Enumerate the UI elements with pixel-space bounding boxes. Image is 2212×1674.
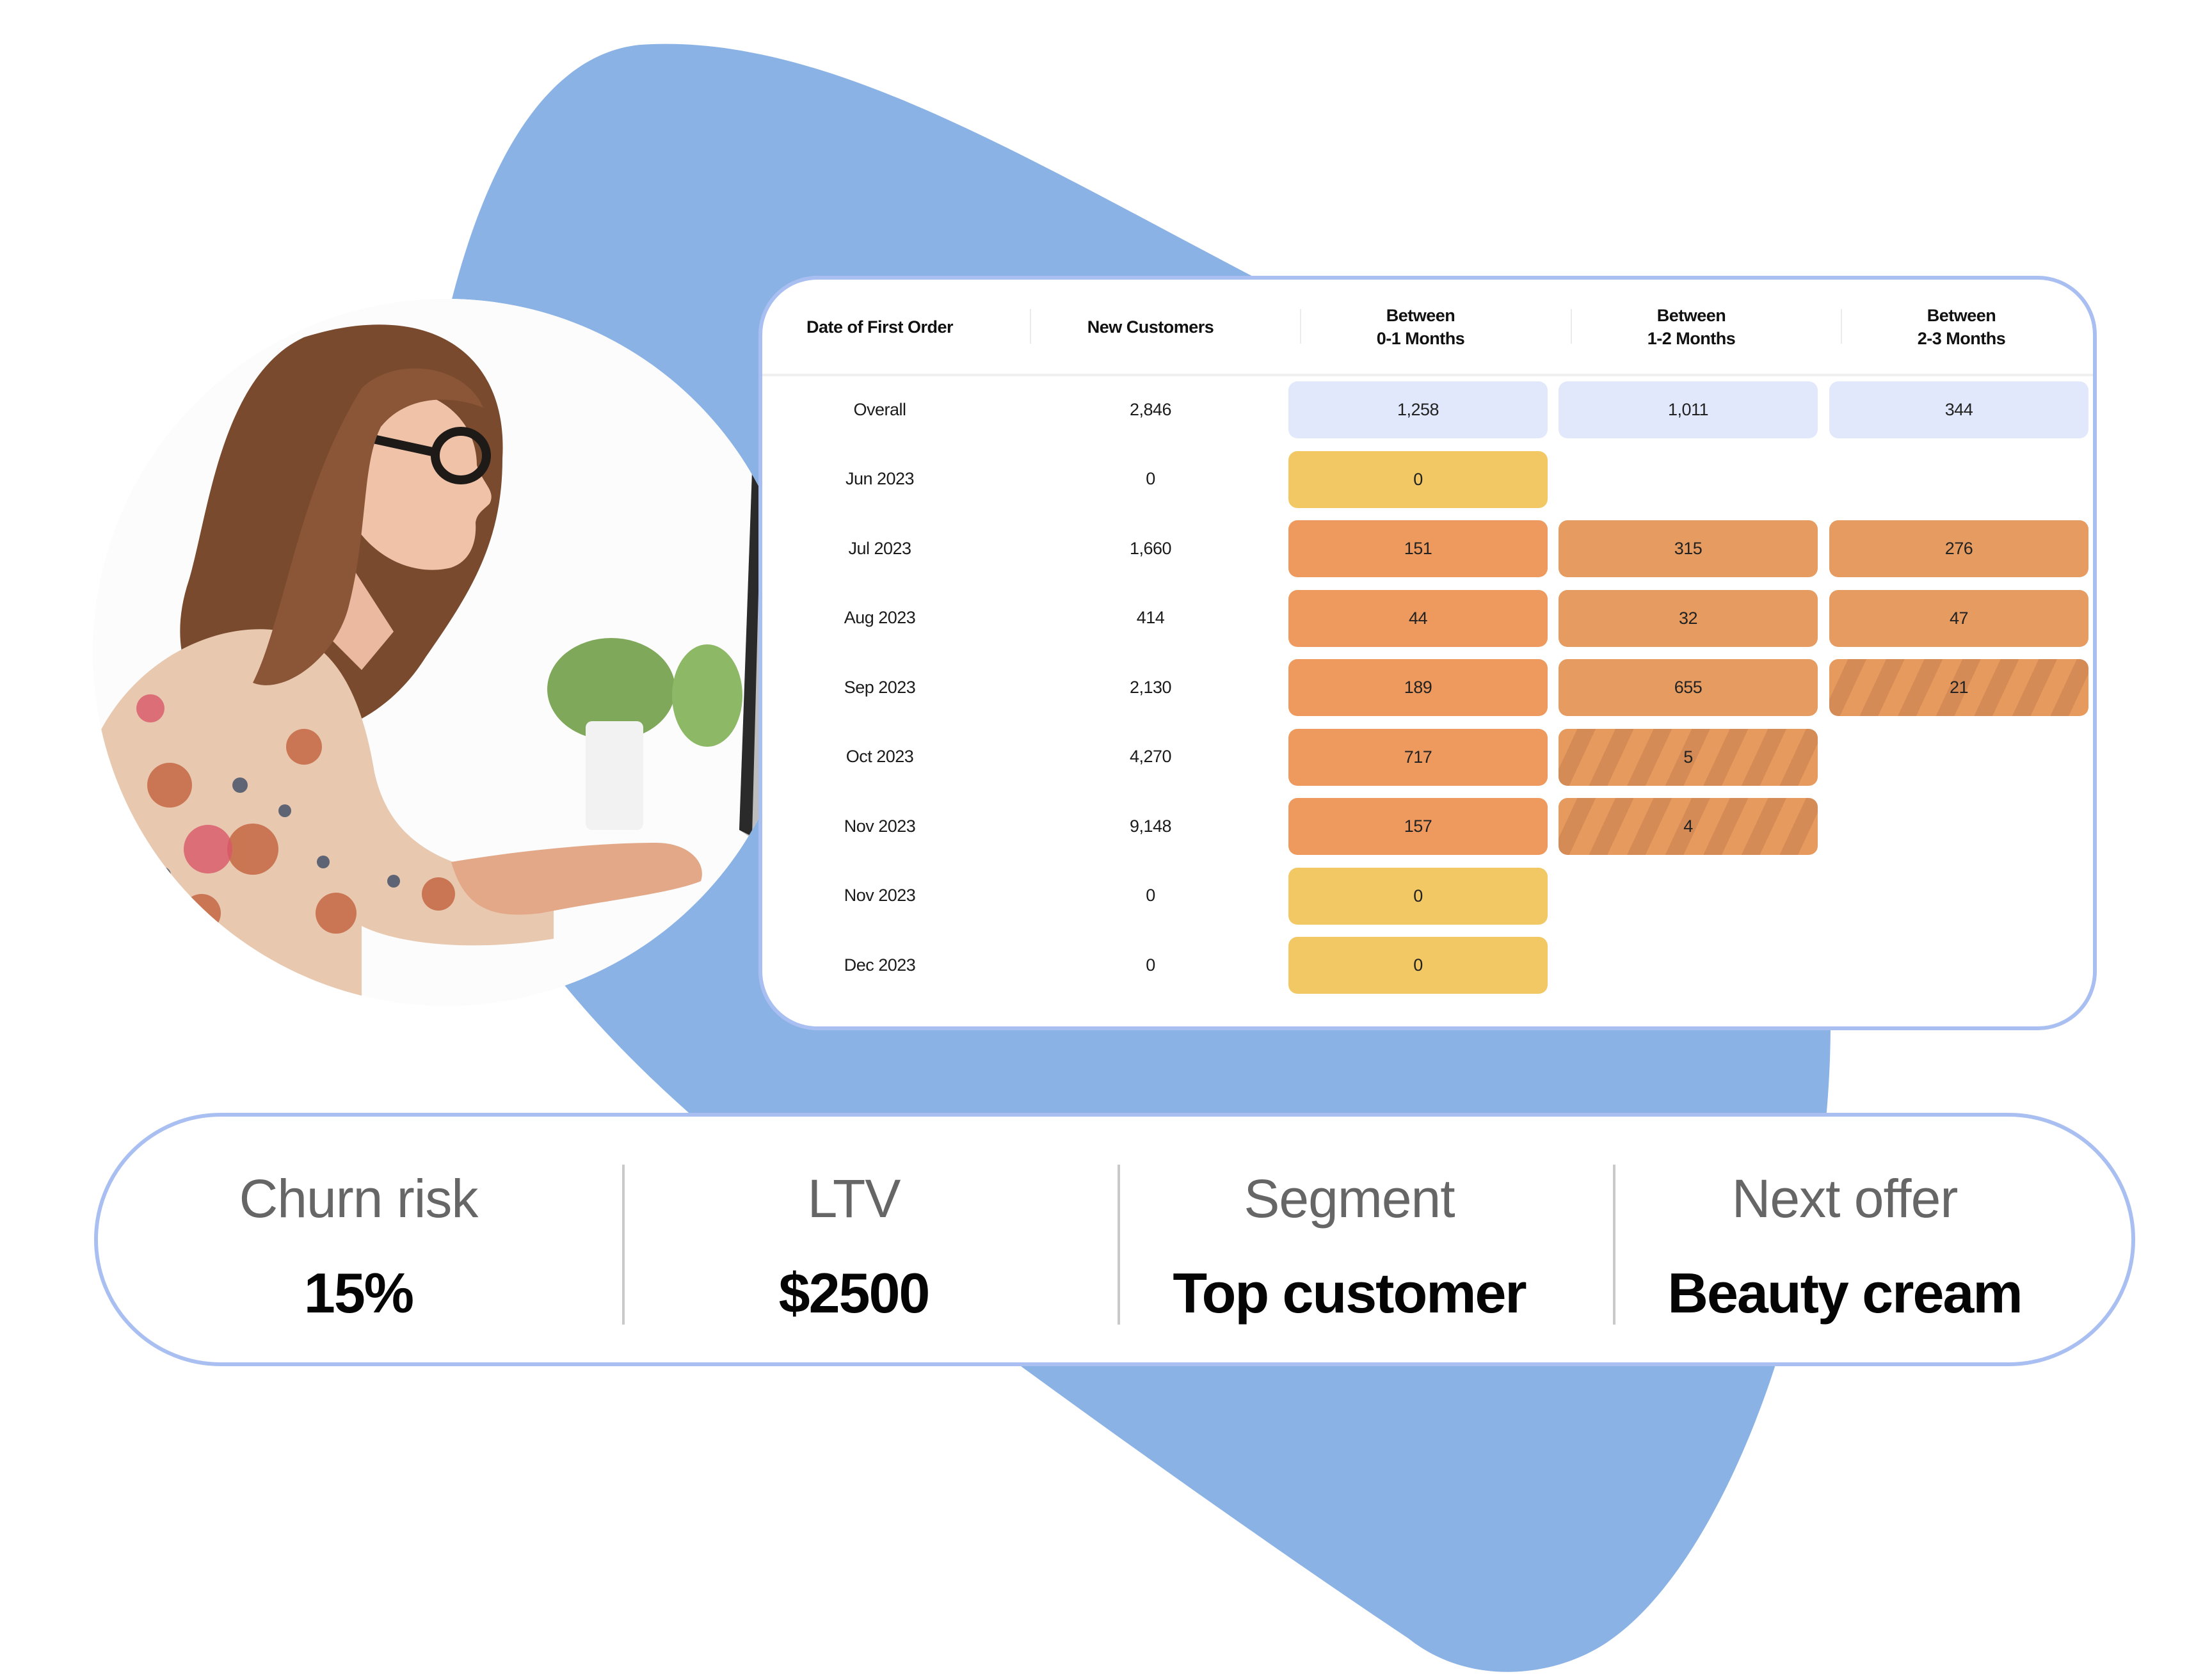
cohort-date: Jul 2023 — [848, 538, 911, 558]
header-2-3-months[interactable]: Between 2-3 Months — [1826, 280, 2093, 374]
metric-churn-risk: Churn risk 15% — [111, 1117, 606, 1362]
new-customers-value: 4,270 — [1129, 747, 1172, 766]
retention-cell-m0-1[interactable]: 717 — [1288, 728, 1548, 786]
cohort-date: Dec 2023 — [844, 955, 916, 975]
customer-metrics-bar: Churn risk 15% LTV $2500 Segment Top cus… — [94, 1113, 2135, 1366]
cohort-date: Aug 2023 — [844, 608, 916, 627]
retention-cell-m2-3[interactable]: 276 — [1829, 520, 2088, 577]
metric-value: 15% — [303, 1261, 414, 1325]
retention-cell-m0-1[interactable]: 1,258 — [1288, 381, 1548, 438]
header-1-2-months[interactable]: Between 1-2 Months — [1556, 280, 1827, 374]
table-row[interactable]: Jul 2023 1,660 151 315 276 — [762, 516, 2093, 580]
table-row[interactable]: Sep 2023 2,130 189 655 21 — [762, 655, 2093, 719]
table-row[interactable]: Jun 2023 0 0 — [762, 447, 2093, 511]
retention-cell-m0-1[interactable]: 0 — [1288, 937, 1548, 994]
new-customers-value: 2,846 — [1129, 399, 1172, 419]
retention-cell-m2-3[interactable]: 21 — [1829, 659, 2088, 716]
metric-segment: Segment Top customer — [1102, 1117, 1597, 1362]
table-row[interactable]: Nov 2023 9,148 157 4 — [762, 794, 2093, 858]
woman-at-computer-illustration — [93, 299, 800, 1006]
metric-value: Top customer — [1173, 1261, 1527, 1325]
customer-photo — [93, 299, 800, 1006]
retention-cell-m0-1[interactable]: 0 — [1288, 450, 1548, 508]
cohort-retention-table: Date of First Order New Customers Betwee… — [758, 276, 2097, 1030]
metric-ltv: LTV $2500 — [606, 1117, 1102, 1362]
header-date-of-first-order[interactable]: Date of First Order — [762, 280, 1015, 374]
metric-label: Segment — [1244, 1168, 1455, 1229]
cohort-date: Overall — [853, 399, 906, 419]
metric-next-offer: Next offer Beauty cream — [1597, 1117, 2092, 1362]
retention-cell-m1-2[interactable]: 1,011 — [1559, 381, 1818, 438]
table-header: Date of First Order New Customers Betwee… — [762, 280, 2093, 376]
cohort-date: Oct 2023 — [846, 747, 914, 766]
header-new-customers[interactable]: New Customers — [1015, 280, 1286, 374]
retention-cell-m1-2[interactable]: 4 — [1559, 798, 1818, 855]
retention-cell-m0-1[interactable]: 151 — [1288, 520, 1548, 577]
new-customers-value: 0 — [1146, 469, 1155, 488]
header-0-1-months[interactable]: Between 0-1 Months — [1285, 280, 1556, 374]
new-customers-value: 9,148 — [1129, 816, 1172, 836]
metric-label: LTV — [807, 1168, 901, 1229]
cohort-date: Nov 2023 — [844, 816, 916, 836]
cohort-date: Sep 2023 — [844, 677, 916, 697]
metric-label: Churn risk — [239, 1168, 479, 1229]
metric-value: Beauty cream — [1667, 1261, 2023, 1325]
new-customers-value: 1,660 — [1129, 538, 1172, 558]
retention-cell-m0-1[interactable]: 157 — [1288, 798, 1548, 855]
metric-label: Next offer — [1731, 1168, 1959, 1229]
cohort-date: Jun 2023 — [845, 469, 915, 488]
retention-cell-m0-1[interactable]: 44 — [1288, 589, 1548, 647]
new-customers-value: 2,130 — [1129, 677, 1172, 697]
retention-cell-m0-1[interactable]: 189 — [1288, 659, 1548, 716]
retention-cell-m2-3[interactable]: 47 — [1829, 589, 2088, 647]
table-row[interactable]: Nov 2023 0 0 — [762, 864, 2093, 928]
retention-cell-m1-2[interactable]: 315 — [1559, 520, 1818, 577]
retention-cell-m0-1[interactable]: 0 — [1288, 867, 1548, 925]
table-row[interactable]: Dec 2023 0 0 — [762, 933, 2093, 997]
new-customers-value: 414 — [1136, 608, 1165, 627]
retention-cell-m1-2[interactable]: 5 — [1559, 728, 1818, 786]
retention-cell-m1-2[interactable]: 32 — [1559, 589, 1818, 647]
retention-cell-m1-2[interactable]: 655 — [1559, 659, 1818, 716]
table-row[interactable]: Overall 2,846 1,258 1,011 344 — [762, 378, 2093, 442]
new-customers-value: 0 — [1146, 886, 1155, 905]
retention-cell-m2-3[interactable]: 344 — [1829, 381, 2088, 438]
cohort-date: Nov 2023 — [844, 886, 916, 905]
table-row[interactable]: Aug 2023 414 44 32 47 — [762, 586, 2093, 650]
new-customers-value: 0 — [1146, 955, 1155, 975]
metric-value: $2500 — [778, 1261, 931, 1325]
table-row[interactable]: Oct 2023 4,270 717 5 — [762, 725, 2093, 789]
